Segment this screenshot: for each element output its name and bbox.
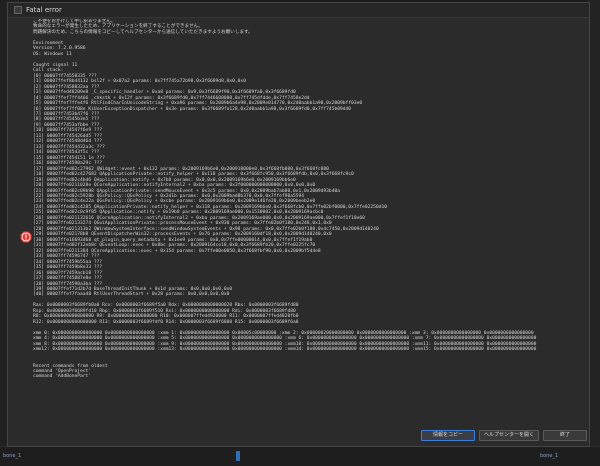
dialog-title: Fatal error <box>26 6 62 14</box>
error-text-line: command 'AddBonePart' <box>33 374 92 380</box>
copy-info-button[interactable]: 情報をコピー <box>421 430 475 441</box>
background-tab-label-right[interactable]: bone_1 <box>540 450 558 462</box>
app-icon <box>14 6 22 14</box>
fatal-error-dialog: Fatal error ご不便をおかけして申し訳ありません。 致命的なエラーが発生… <box>7 2 590 447</box>
background-tab-label[interactable]: bone_1 <box>3 450 21 462</box>
background-app-bottom-bar <box>0 446 600 466</box>
open-help-center-button[interactable]: ヘルプセンターを開く <box>479 430 539 441</box>
background-accent-marker <box>236 451 240 461</box>
error-octagon-icon <box>20 228 32 243</box>
error-text-line: xmm 4: 0x0000000000000000 0x000000000000… <box>33 336 537 342</box>
error-details-text: ご不便をおかけして申し訳ありません。 致命的なエラーが発生したため、アプリケーショ… <box>33 19 588 423</box>
close-button[interactable]: 終了 <box>543 430 587 441</box>
error-text-line: xmm12: 0x0000000000000000 0x000000000000… <box>33 347 537 353</box>
dialog-titlebar[interactable]: Fatal error <box>8 3 589 18</box>
